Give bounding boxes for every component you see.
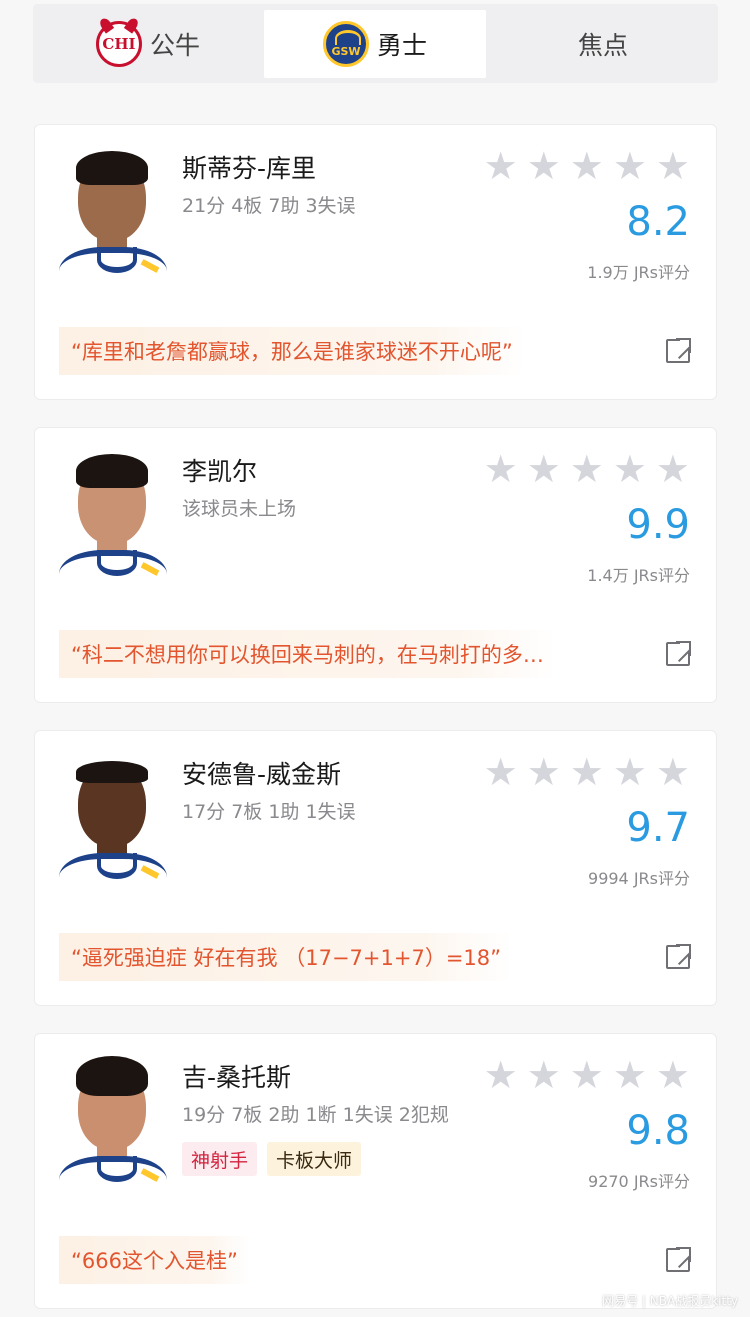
warriors-logo-text: GSW bbox=[329, 45, 363, 58]
chicago-bulls-logo-icon: CHI bbox=[95, 21, 142, 67]
player-rating: 9.8 bbox=[626, 1108, 690, 1154]
share-icon[interactable] bbox=[666, 1246, 692, 1272]
star-icon[interactable]: ★ bbox=[613, 448, 647, 490]
tab-focus-label: 焦点 bbox=[577, 31, 628, 60]
team-tab-bar: CHI 公牛 GSW 勇士 焦点 bbox=[33, 4, 718, 83]
star-icon[interactable]: ★ bbox=[570, 145, 604, 187]
rating-stars[interactable]: ★ ★ ★ ★ ★ bbox=[484, 448, 690, 490]
player-name: 安德鲁-威金斯 bbox=[182, 760, 342, 789]
star-icon[interactable]: ★ bbox=[613, 145, 647, 187]
player-card[interactable]: 吉-桑托斯 19分 7板 2助 1断 1失误 2犯规 神射手 卡板大师 ★ ★ … bbox=[34, 1033, 717, 1309]
tab-warriors[interactable]: GSW 勇士 bbox=[264, 10, 486, 78]
player-avatar bbox=[57, 1056, 169, 1208]
star-icon[interactable]: ★ bbox=[527, 1054, 561, 1096]
star-icon[interactable]: ★ bbox=[484, 751, 518, 793]
player-avatar bbox=[57, 450, 169, 602]
player-rating: 9.7 bbox=[626, 805, 690, 851]
golden-state-warriors-logo-icon: GSW bbox=[322, 21, 369, 67]
star-icon[interactable]: ★ bbox=[527, 145, 561, 187]
player-stats: 19分 7板 2助 1断 1失误 2犯规 bbox=[182, 1104, 449, 1126]
player-tags: 神射手 卡板大师 bbox=[182, 1142, 362, 1176]
rating-count: 9994 JRs评分 bbox=[588, 869, 690, 888]
star-icon[interactable]: ★ bbox=[613, 1054, 647, 1096]
player-tag[interactable]: 卡板大师 bbox=[267, 1142, 362, 1176]
player-card[interactable]: 安德鲁-威金斯 17分 7板 1助 1失误 ★ ★ ★ ★ ★ 9.7 9994… bbox=[34, 730, 717, 1006]
player-name: 李凯尔 bbox=[182, 457, 258, 486]
tab-focus[interactable]: 焦点 bbox=[488, 10, 718, 78]
top-comment[interactable]: “库里和老詹都赢球，那么是谁家球迷不开心呢” bbox=[59, 327, 525, 375]
star-icon[interactable]: ★ bbox=[484, 448, 518, 490]
star-icon[interactable]: ★ bbox=[656, 448, 690, 490]
rating-stars[interactable]: ★ ★ ★ ★ ★ bbox=[484, 751, 690, 793]
top-comment[interactable]: “666这个入是桂” bbox=[59, 1236, 250, 1284]
star-icon[interactable]: ★ bbox=[656, 1054, 690, 1096]
tab-bulls[interactable]: CHI 公牛 bbox=[33, 10, 263, 78]
star-icon[interactable]: ★ bbox=[484, 1054, 518, 1096]
rating-count: 9270 JRs评分 bbox=[588, 1172, 690, 1191]
share-icon[interactable] bbox=[666, 640, 692, 666]
rating-stars[interactable]: ★ ★ ★ ★ ★ bbox=[484, 145, 690, 187]
player-rating: 8.2 bbox=[626, 199, 690, 245]
player-stats: 21分 4板 7助 3失误 bbox=[182, 195, 356, 217]
star-icon[interactable]: ★ bbox=[527, 751, 561, 793]
share-icon[interactable] bbox=[666, 943, 692, 969]
top-comment[interactable]: “逼死强迫症 好在有我 （17−7+1+7）=18” bbox=[59, 933, 514, 981]
tab-warriors-label: 勇士 bbox=[376, 31, 427, 60]
star-icon[interactable]: ★ bbox=[527, 448, 561, 490]
share-icon[interactable] bbox=[666, 337, 692, 363]
bulls-logo-text: CHI bbox=[102, 35, 136, 53]
rating-stars[interactable]: ★ ★ ★ ★ ★ bbox=[484, 1054, 690, 1096]
watermark: 网易号 | NBA战报员kitty bbox=[602, 1294, 738, 1308]
star-icon[interactable]: ★ bbox=[656, 145, 690, 187]
player-stats: 17分 7板 1助 1失误 bbox=[182, 801, 356, 823]
player-card[interactable]: 李凯尔 该球员未上场 ★ ★ ★ ★ ★ 9.9 1.4万 JRs评分 “科二不… bbox=[34, 427, 717, 703]
star-icon[interactable]: ★ bbox=[570, 448, 604, 490]
tab-bulls-label: 公牛 bbox=[149, 31, 200, 60]
player-name: 吉-桑托斯 bbox=[182, 1063, 292, 1092]
star-icon[interactable]: ★ bbox=[570, 751, 604, 793]
star-icon[interactable]: ★ bbox=[484, 145, 518, 187]
player-card[interactable]: 斯蒂芬-库里 21分 4板 7助 3失误 ★ ★ ★ ★ ★ 8.2 1.9万 … bbox=[34, 124, 717, 400]
player-stats: 该球员未上场 bbox=[182, 498, 297, 520]
rating-count: 1.4万 JRs评分 bbox=[587, 566, 690, 585]
player-tag[interactable]: 神射手 bbox=[182, 1142, 258, 1176]
star-icon[interactable]: ★ bbox=[613, 751, 647, 793]
top-comment[interactable]: “科二不想用你可以换回来马刺的，在马刺打的多… bbox=[59, 630, 556, 678]
star-icon[interactable]: ★ bbox=[656, 751, 690, 793]
player-rating: 9.9 bbox=[626, 502, 690, 548]
rating-count: 1.9万 JRs评分 bbox=[587, 263, 690, 282]
player-avatar bbox=[57, 753, 169, 905]
player-avatar bbox=[57, 147, 169, 299]
star-icon[interactable]: ★ bbox=[570, 1054, 604, 1096]
player-name: 斯蒂芬-库里 bbox=[182, 154, 317, 183]
